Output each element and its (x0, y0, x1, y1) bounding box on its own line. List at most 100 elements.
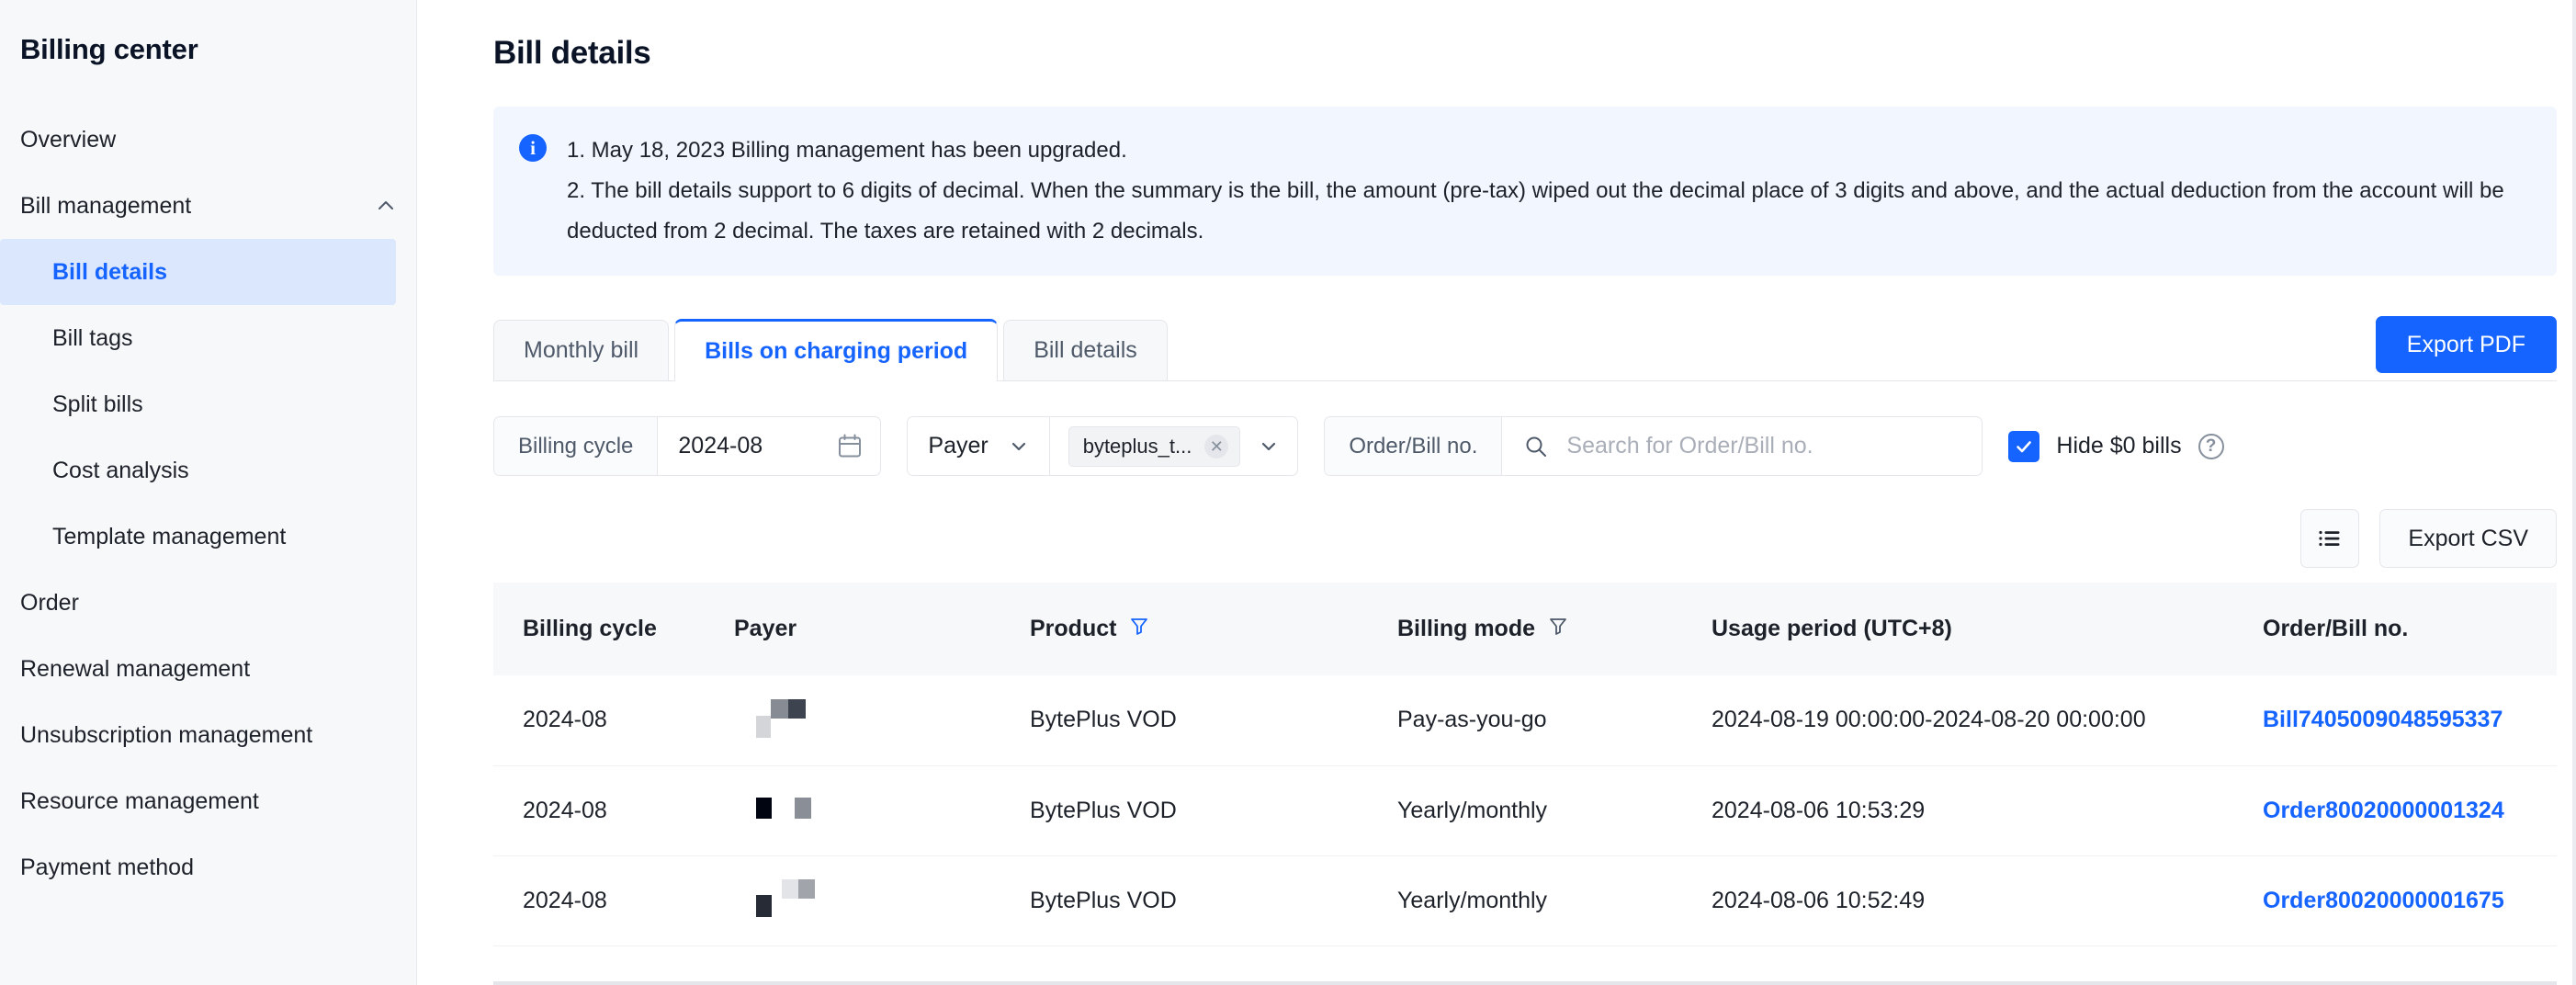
column-header-label: Product (1030, 616, 1117, 641)
redacted-payer (734, 879, 863, 922)
bills-table-wrapper: Billing cycle Payer Product Billing mode… (493, 583, 2557, 946)
sidebar-item-label: Renewal management (20, 655, 251, 682)
billing-cycle-filter[interactable]: Billing cycle 2024-08 (493, 416, 882, 476)
sidebar-item-renewal-management[interactable]: Renewal management (0, 636, 416, 702)
hide-zero-bills-label: Hide $0 bills (2056, 433, 2182, 459)
order-bill-link[interactable]: Bill7405009048595337 (2263, 707, 2503, 732)
order-bill-no-filter[interactable]: Order/Bill no. (1324, 416, 1983, 476)
payer-label: Payer (928, 433, 989, 459)
cell-billing-mode: Yearly/monthly (1397, 765, 1712, 856)
billing-cycle-value-wrap[interactable]: 2024-08 (658, 417, 880, 475)
info-banner-text: 1. May 18, 2023 Billing management has b… (567, 130, 2529, 252)
sidebar-item-bill-tags[interactable]: Bill tags (0, 305, 416, 371)
page-scrollbar[interactable] (2572, 0, 2576, 985)
tab-bill-details[interactable]: Bill details (1003, 320, 1168, 380)
column-header-label: Order/Bill no. (2263, 616, 2409, 641)
sidebar-item-template-management[interactable]: Template management (0, 504, 416, 570)
sidebar-item-order[interactable]: Order (0, 570, 416, 636)
hide-zero-bills-checkbox[interactable] (2008, 430, 2040, 462)
column-header-label: Billing cycle (523, 616, 657, 641)
cell-billing-cycle: 2024-08 (493, 675, 734, 766)
redacted-payer (734, 789, 863, 832)
cell-order-bill-no[interactable]: Order80020000001324 (2263, 765, 2557, 856)
sidebar: Billing center Overview Bill management … (0, 0, 417, 985)
cell-billing-mode: Yearly/monthly (1397, 855, 1712, 946)
sidebar-item-payment-method[interactable]: Payment method (0, 834, 416, 900)
funnel-icon[interactable] (1548, 616, 1568, 642)
chevron-up-icon (376, 196, 396, 216)
sidebar-item-bill-management[interactable]: Bill management (0, 173, 416, 239)
cell-order-bill-no[interactable]: Order80020000001675 (2263, 855, 2557, 946)
column-header-label: Usage period (UTC+8) (1712, 616, 1952, 641)
cell-payer (734, 765, 1030, 856)
payer-value-select[interactable]: byteplus_t... ✕ (1050, 417, 1298, 475)
sidebar-item-label: Unsubscription management (20, 721, 313, 748)
funnel-icon[interactable] (1129, 616, 1149, 642)
bills-table-head: Billing cycle Payer Product Billing mode… (493, 583, 2557, 675)
sidebar-item-unsubscription-management[interactable]: Unsubscription management (0, 702, 416, 768)
column-header-order-bill-no[interactable]: Order/Bill no. (2263, 583, 2557, 675)
cell-product: BytePlus VOD (1030, 765, 1397, 856)
sidebar-item-label: Bill details (52, 258, 168, 285)
sidebar-item-label: Bill tags (52, 324, 133, 351)
chevron-down-icon[interactable] (1009, 436, 1029, 457)
payer-filter[interactable]: Payer byteplus_t... ✕ (907, 416, 1299, 476)
payer-tag[interactable]: byteplus_t... ✕ (1068, 425, 1241, 467)
list-settings-icon[interactable] (2300, 509, 2360, 568)
cell-order-bill-no[interactable]: Bill7405009048595337 (2263, 675, 2557, 766)
table-header-row: Billing cycle Payer Product Billing mode… (493, 583, 2557, 675)
cell-billing-cycle: 2024-08 (493, 855, 734, 946)
table-row[interactable]: 2024-08 BytePlus VOD Yearly/monthly 2024… (493, 855, 2557, 946)
cell-usage-period: 2024-08-06 10:53:29 (1712, 765, 2263, 856)
sidebar-item-label: Template management (52, 523, 287, 549)
cell-payer (734, 675, 1030, 766)
column-header-billing-mode[interactable]: Billing mode (1397, 583, 1712, 675)
billing-center-app: Billing center Overview Bill management … (0, 0, 2576, 985)
table-row[interactable]: 2024-08 BytePlus VOD Pay-as-you-go 2024-… (493, 675, 2557, 766)
sidebar-item-label: Split bills (52, 391, 143, 417)
payer-type-select[interactable]: Payer (908, 417, 1050, 475)
page-title: Bill details (493, 35, 651, 71)
tab-monthly-bill[interactable]: Monthly bill (493, 320, 670, 380)
search-box[interactable] (1502, 417, 1982, 475)
bills-table: Billing cycle Payer Product Billing mode… (493, 583, 2557, 946)
question-circle-icon[interactable]: ? (2198, 433, 2224, 459)
sidebar-nav: Overview Bill management Bill details Bi… (0, 107, 416, 900)
sidebar-item-overview[interactable]: Overview (0, 107, 416, 173)
main-content: Bill details i 1. May 18, 2023 Billing m… (417, 0, 2576, 985)
billing-cycle-value: 2024-08 (678, 433, 763, 459)
tab-bills-on-charging-period[interactable]: Bills on charging period (674, 319, 999, 381)
cell-product: BytePlus VOD (1030, 855, 1397, 946)
search-input[interactable] (1566, 433, 1960, 459)
sidebar-item-split-bills[interactable]: Split bills (0, 371, 416, 437)
column-header-label: Payer (734, 616, 797, 641)
info-banner: i 1. May 18, 2023 Billing management has… (493, 107, 2557, 276)
info-icon: i (519, 134, 547, 162)
sidebar-item-resource-management[interactable]: Resource management (0, 768, 416, 834)
sidebar-item-label: Bill management (20, 192, 192, 219)
cell-usage-period: 2024-08-06 10:52:49 (1712, 855, 2263, 946)
export-csv-button[interactable]: Export CSV (2379, 509, 2557, 568)
close-icon[interactable]: ✕ (1204, 434, 1229, 459)
table-row[interactable]: 2024-08 BytePlus VOD Yearly/monthly 2024… (493, 765, 2557, 856)
calendar-icon[interactable] (838, 434, 862, 459)
redacted-payer (734, 698, 863, 742)
bills-table-body: 2024-08 BytePlus VOD Pay-as-you-go 2024-… (493, 675, 2557, 946)
billing-cycle-label: Billing cycle (494, 417, 659, 475)
column-header-product[interactable]: Product (1030, 583, 1397, 675)
table-toolbar: Export CSV (493, 509, 2557, 568)
order-bill-link[interactable]: Order80020000001324 (2263, 798, 2504, 823)
chevron-down-icon[interactable] (1259, 436, 1279, 457)
cell-usage-period: 2024-08-19 00:00:00-2024-08-20 00:00:00 (1712, 675, 2263, 766)
column-header-usage-period[interactable]: Usage period (UTC+8) (1712, 583, 2263, 675)
export-pdf-button[interactable]: Export PDF (2375, 316, 2557, 373)
column-header-billing-cycle[interactable]: Billing cycle (493, 583, 734, 675)
hide-zero-bills-filter[interactable]: Hide $0 bills ? (2008, 430, 2224, 462)
cell-product: BytePlus VOD (1030, 675, 1397, 766)
tab-bar: Monthly bill Bills on charging period Bi… (493, 316, 2557, 381)
order-bill-link[interactable]: Order80020000001675 (2263, 888, 2504, 913)
column-header-payer[interactable]: Payer (734, 583, 1030, 675)
cell-billing-mode: Pay-as-you-go (1397, 675, 1712, 766)
sidebar-item-bill-details[interactable]: Bill details (0, 239, 396, 305)
sidebar-item-cost-analysis[interactable]: Cost analysis (0, 437, 416, 504)
